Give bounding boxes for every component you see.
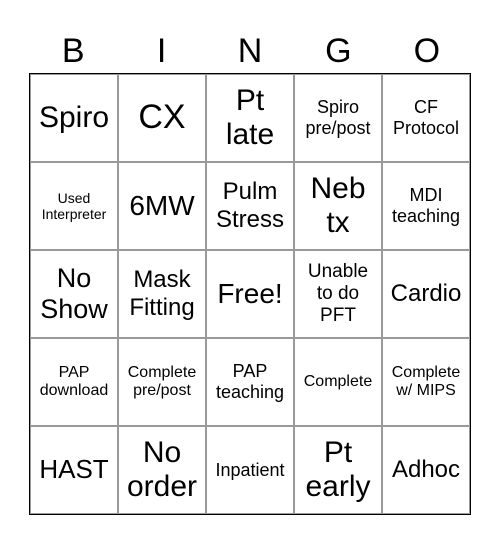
bingo-cell[interactable]: Neb tx — [294, 162, 382, 250]
cell-label: Complete — [303, 372, 373, 390]
bingo-cell[interactable]: Pt early — [294, 426, 382, 514]
bingo-cell[interactable]: Mask Fitting — [118, 250, 206, 338]
bingo-cell[interactable]: Complete — [294, 338, 382, 426]
cell-label: Complete pre/post — [127, 363, 197, 399]
bingo-cell[interactable]: PAP teaching — [206, 338, 294, 426]
cell-label: HAST — [39, 454, 109, 485]
cell-label: Spiro — [38, 100, 110, 134]
bingo-cell[interactable]: Spiro pre/post — [294, 74, 382, 162]
bingo-grid: Spiro CX Pt late Spiro pre/post CF Proto… — [29, 73, 471, 515]
cell-label: PAP teaching — [215, 361, 285, 402]
bingo-cell[interactable]: Inpatient — [206, 426, 294, 514]
cell-label: No order — [126, 435, 198, 504]
cell-label: 6MW — [129, 189, 195, 221]
header-letter-i: I — [156, 32, 167, 70]
cell-label: CF Protocol — [392, 97, 460, 138]
bingo-cell[interactable]: PAP download — [30, 338, 118, 426]
bingo-cell free-space[interactable]: Free! — [206, 250, 294, 338]
cell-label: No Show — [40, 262, 108, 324]
cell-label: Cardio — [390, 280, 462, 308]
bingo-cell[interactable]: CX — [118, 74, 206, 162]
cell-label: Adhoc — [391, 456, 461, 484]
bingo-cell[interactable]: Adhoc — [382, 426, 470, 514]
cell-label: Used Interpreter — [41, 189, 107, 222]
bingo-cell[interactable]: HAST — [30, 426, 118, 514]
bingo-cell[interactable]: Unable to do PFT — [294, 250, 382, 338]
bingo-cell[interactable]: Pt late — [206, 74, 294, 162]
cell-label: Mask Fitting — [129, 266, 195, 321]
bingo-header: B I N G O — [29, 30, 471, 72]
cell-label: PAP download — [39, 363, 109, 399]
cell-label: Inpatient — [215, 459, 285, 480]
cell-label: Pulm Stress — [215, 178, 284, 233]
cell-label: Unable to do PFT — [307, 261, 369, 326]
cell-label: Pt early — [305, 435, 371, 504]
header-letter-o: O — [413, 32, 441, 70]
cell-label: CX — [138, 98, 186, 137]
bingo-cell[interactable]: No Show — [30, 250, 118, 338]
header-letter-g: G — [325, 32, 352, 70]
cell-label: Pt late — [225, 83, 275, 152]
bingo-cell[interactable]: Cardio — [382, 250, 470, 338]
cell-label: Spiro pre/post — [305, 97, 371, 138]
header-letter-b: B — [61, 32, 85, 70]
cell-label: Neb tx — [310, 171, 366, 240]
bingo-cell[interactable]: Used Interpreter — [30, 162, 118, 250]
bingo-cell[interactable]: Spiro — [30, 74, 118, 162]
cell-label: Complete w/ MIPS — [391, 363, 461, 399]
bingo-cell[interactable]: Complete pre/post — [118, 338, 206, 426]
bingo-cell[interactable]: No order — [118, 426, 206, 514]
bingo-cell[interactable]: Complete w/ MIPS — [382, 338, 470, 426]
bingo-cell[interactable]: MDI teaching — [382, 162, 470, 250]
header-letter-n: N — [237, 32, 263, 70]
bingo-cell[interactable]: 6MW — [118, 162, 206, 250]
cell-label: MDI teaching — [391, 185, 461, 226]
bingo-cell[interactable]: CF Protocol — [382, 74, 470, 162]
bingo-cell[interactable]: Pulm Stress — [206, 162, 294, 250]
cell-label: Free! — [217, 277, 283, 309]
